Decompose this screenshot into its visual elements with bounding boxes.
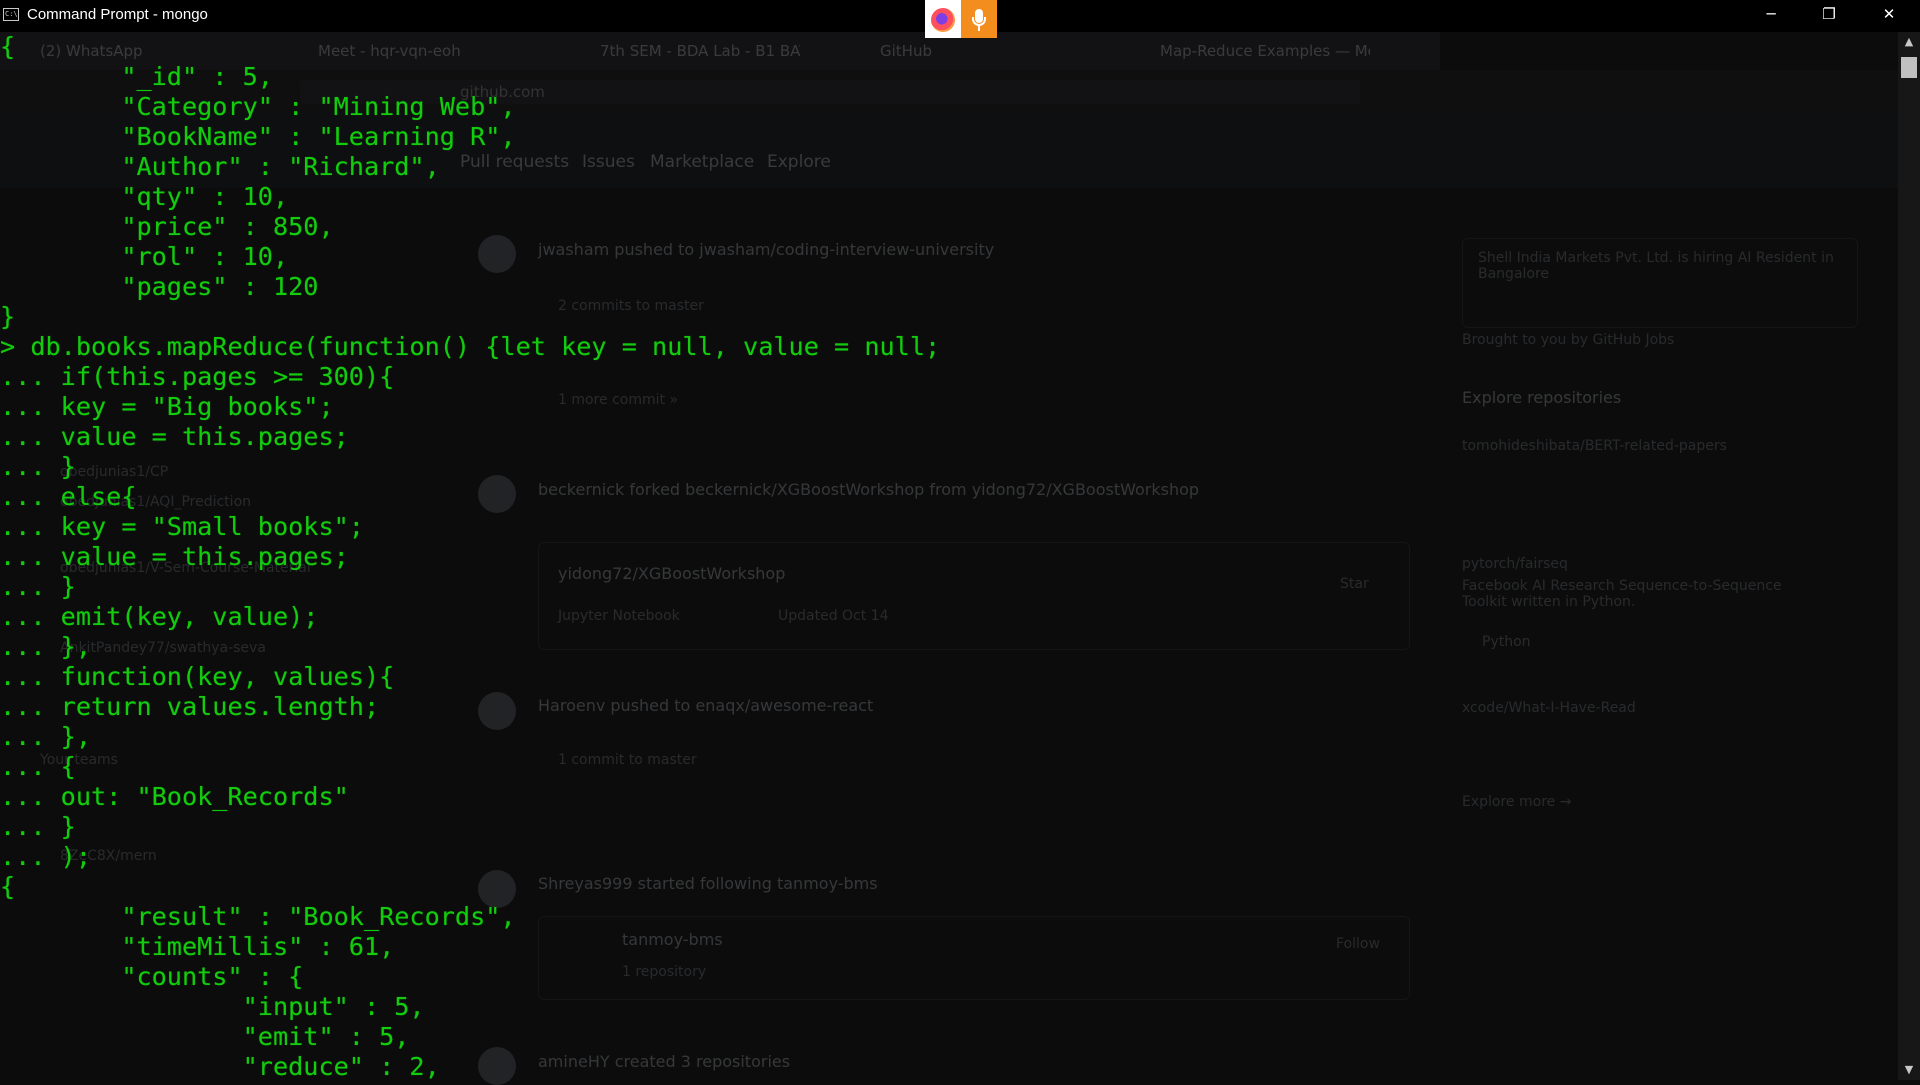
terminal-line: "pages" : 120 xyxy=(0,272,319,301)
terminal-output[interactable]: { "_id" : 5, "Category" : "Mining Web", … xyxy=(0,32,1898,1080)
terminal-line: ... }, xyxy=(0,722,91,751)
terminal-line: "emit" : 5, xyxy=(0,1022,410,1051)
microphone-stand xyxy=(972,17,986,26)
terminal-line: "timeMillis" : 61, xyxy=(0,932,395,961)
minimize-button[interactable]: ─ xyxy=(1742,0,1800,29)
terminal-line: } xyxy=(0,302,16,331)
scroll-up-arrow-icon[interactable]: ▲ xyxy=(1898,32,1920,52)
terminal-line: ... { xyxy=(0,752,76,781)
terminal-line: { xyxy=(0,32,16,61)
terminal-line: "input" : 5, xyxy=(0,992,425,1021)
terminal-line: ... key = "Big books"; xyxy=(0,392,334,421)
terminal-line: { xyxy=(0,872,16,901)
firefox-logo xyxy=(931,8,955,32)
terminal-lines: { "_id" : 5, "Category" : "Mining Web", … xyxy=(0,32,940,1080)
terminal-line: "BookName" : "Learning R", xyxy=(0,122,516,151)
terminal-line: "rol" : 10, xyxy=(0,242,289,271)
terminal-line: ... else{ xyxy=(0,482,137,511)
terminal-line: ... return values.length; xyxy=(0,692,380,721)
vertical-scrollbar[interactable]: ▲ ▼ xyxy=(1898,32,1920,1080)
terminal-line: ... key = "Small books"; xyxy=(0,512,364,541)
terminal-line: ... out: "Book_Records" xyxy=(0,782,349,811)
microphone-icon[interactable] xyxy=(961,0,997,38)
terminal-line: "Category" : "Mining Web", xyxy=(0,92,516,121)
terminal-line: ... value = this.pages; xyxy=(0,422,349,451)
terminal-line: "_id" : 5, xyxy=(0,62,273,91)
firefox-icon[interactable] xyxy=(925,0,961,38)
terminal-line: ... value = this.pages; xyxy=(0,542,349,571)
terminal-line: ... function(key, values){ xyxy=(0,662,395,691)
close-button[interactable]: ✕ xyxy=(1858,0,1920,29)
terminal-line: ... ); xyxy=(0,842,91,871)
scroll-down-arrow-icon[interactable]: ▼ xyxy=(1898,1060,1920,1080)
terminal-line: ... }, xyxy=(0,632,91,661)
sharing-indicator[interactable] xyxy=(925,0,997,38)
terminal-line: ... } xyxy=(0,452,76,481)
terminal-line: > db.books.mapReduce(function() {let key… xyxy=(0,332,941,361)
terminal-line: "counts" : { xyxy=(0,962,304,991)
terminal-line: "Author" : "Richard", xyxy=(0,152,440,181)
scrollbar-thumb[interactable] xyxy=(1901,57,1917,78)
terminal-line: ... emit(key, value); xyxy=(0,602,319,631)
terminal-line: "reduce" : 2, xyxy=(0,1052,440,1080)
terminal-line: "result" : "Book_Records", xyxy=(0,902,516,931)
terminal-line: ... if(this.pages >= 300){ xyxy=(0,362,395,391)
terminal-line: ... } xyxy=(0,572,76,601)
window-title: Command Prompt - mongo xyxy=(27,6,208,23)
microphone-foot xyxy=(978,26,980,31)
maximize-button[interactable]: ❐ xyxy=(1800,0,1858,29)
command-prompt-icon: C:\ xyxy=(3,8,19,21)
terminal-line: ... } xyxy=(0,812,76,841)
terminal-line: "price" : 850, xyxy=(0,212,334,241)
terminal-line: "qty" : 10, xyxy=(0,182,289,211)
